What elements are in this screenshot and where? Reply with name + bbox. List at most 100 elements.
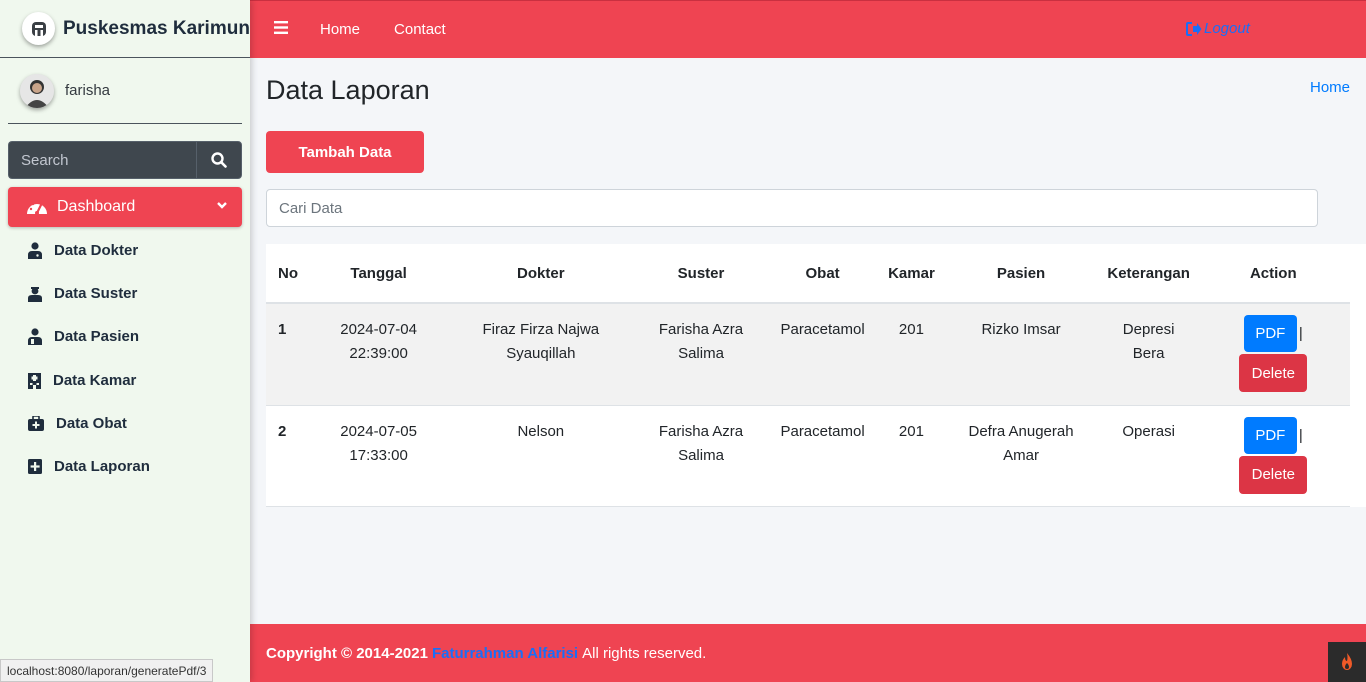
nav-link-home[interactable]: Home — [320, 21, 360, 38]
column-header-kamar: Kamar — [881, 244, 942, 304]
sidebar-search-input[interactable] — [8, 141, 196, 179]
user-nurse-icon — [28, 287, 42, 303]
cell-suster: Farisha Azra Salima — [638, 303, 764, 406]
cell-suster: Farisha Azra Salima — [638, 405, 764, 507]
sidebar-item-label: Data Pasien — [54, 328, 140, 346]
sidebar-item-label: Data Suster — [54, 285, 138, 303]
user-md-icon — [28, 242, 42, 260]
top-navbar: Home Contact Logout — [250, 0, 1366, 58]
cell-date: 2024-07-04 — [340, 321, 417, 338]
sidebar-item-data-dokter[interactable]: Data Dokter — [8, 229, 242, 272]
cell-obat: Paracetamol — [763, 405, 882, 507]
cell-text: Depresi — [1122, 321, 1175, 338]
footer-author-link[interactable]: Faturrahman Alfarisi — [432, 645, 578, 662]
user-injured-icon — [28, 328, 42, 346]
cell-text: Defra Anugerah — [968, 422, 1074, 440]
action-separator: | — [1298, 325, 1303, 342]
delete-button[interactable]: Delete — [1239, 455, 1308, 494]
sidebar-item-label: Dashboard — [57, 198, 136, 215]
main-content: Data Laporan Home Tambah Data No Tanggal… — [250, 58, 1366, 624]
cell-dokter: Nelson — [443, 405, 639, 507]
cell-action: PDF | Delete — [1196, 303, 1350, 406]
sidebar-item-data-obat[interactable]: Data Obat — [8, 402, 242, 445]
sidebar-search — [8, 141, 242, 179]
column-header-pasien: Pasien — [941, 244, 1101, 304]
cell-no: 1 — [266, 303, 314, 406]
menu-toggle-button[interactable] — [274, 20, 288, 39]
cell-kamar: 201 — [881, 303, 942, 406]
cell-keterangan: Depresi Bera — [1100, 303, 1197, 406]
user-panel: farisha — [8, 58, 242, 124]
cell-dokter: Firaz Firza Najwa Syauqillah — [443, 303, 639, 406]
cell-kamar: 201 — [881, 405, 942, 507]
sidebar-item-data-laporan[interactable]: Data Laporan — [8, 445, 242, 488]
column-header-keterangan: Keterangan — [1100, 244, 1197, 304]
sidebar-item-data-pasien[interactable]: Data Pasien — [8, 315, 242, 358]
sidebar-nav: Data Dokter Data Suster Data Pasien Data… — [8, 229, 242, 488]
table-row: 1 2024-07-04 22:39:00 Firaz Firza Najwa Sy… — [266, 303, 1350, 406]
cell-text: Firaz Firza Najwa — [482, 321, 600, 338]
cell-text: Rizko Imsar — [981, 321, 1061, 338]
logout-label: Logout — [1204, 20, 1250, 37]
breadcrumb-home[interactable]: Home — [1310, 79, 1350, 96]
page-title: Data Laporan — [266, 75, 430, 105]
brand-logo-icon — [22, 12, 55, 45]
action-separator: | — [1298, 426, 1303, 444]
user-avatar — [20, 73, 54, 108]
sidebar-item-data-suster[interactable]: Data Suster — [8, 272, 242, 315]
sidebar-item-label: Data Dokter — [54, 242, 139, 260]
cell-text: Farisha Azra — [658, 321, 744, 338]
search-button[interactable] — [196, 141, 242, 179]
table-header-row: No Tanggal Dokter Suster Obat Kamar Pasi… — [266, 244, 1350, 304]
chevron-down-icon — [217, 202, 227, 209]
report-table-container: No Tanggal Dokter Suster Obat Kamar Pasi… — [266, 244, 1366, 507]
brand-name: Puskesmas Karimun — [63, 17, 250, 39]
column-header-suster: Suster — [638, 244, 764, 304]
user-name[interactable]: farisha — [65, 82, 110, 99]
cell-text: Nelson — [517, 422, 565, 440]
cell-tanggal: 2024-07-04 22:39:00 — [313, 303, 444, 406]
sidebar-item-data-kamar[interactable]: Data Kamar — [8, 359, 242, 402]
footer-rights: All rights reserved. — [582, 644, 707, 662]
hamburger-icon — [274, 20, 288, 34]
logout-link[interactable]: Logout — [1186, 20, 1250, 37]
tachometer-icon — [27, 200, 47, 215]
pdf-button[interactable]: PDF — [1243, 315, 1297, 352]
footer: Copyright © 2014-2021 Faturrahman Alfari… — [250, 624, 1366, 682]
column-header-tanggal: Tanggal — [313, 244, 444, 304]
cell-tanggal: 2024-07-05 17:33:00 — [313, 405, 444, 507]
nav-link-contact[interactable]: Contact — [394, 21, 446, 38]
column-header-obat: Obat — [763, 244, 882, 304]
sidebar-item-label: Data Obat — [56, 414, 127, 432]
pdf-button[interactable]: PDF — [1243, 416, 1297, 454]
table-row: 2 2024-07-05 17:33:00 Nelson Farisha Azra… — [266, 405, 1350, 507]
cell-date: 2024-07-05 — [340, 422, 417, 440]
search-icon — [211, 152, 227, 168]
cell-text: Salima — [678, 345, 724, 362]
delete-button[interactable]: Delete — [1239, 354, 1308, 392]
hospital-icon — [28, 372, 41, 389]
column-header-no: No — [266, 244, 314, 304]
brand-link[interactable]: Puskesmas Karimun — [0, 0, 250, 58]
cell-no: 2 — [266, 405, 314, 507]
cell-text: Farisha Azra — [658, 422, 744, 440]
column-header-dokter: Dokter — [443, 244, 639, 304]
sidebar: Puskesmas Karimun farisha Dashboard Data… — [0, 0, 250, 682]
file-medical-icon — [28, 459, 42, 475]
sign-out-icon — [1186, 21, 1202, 36]
cell-obat: Paracetamol — [763, 303, 882, 406]
sidebar-item-label: Data Kamar — [53, 371, 137, 389]
cell-pasien: Defra Anugerah Amar — [941, 405, 1101, 507]
report-table: No Tanggal Dokter Suster Obat Kamar Pasi… — [266, 244, 1350, 507]
cell-action: PDF | Delete — [1196, 405, 1350, 507]
cell-time: 22:39:00 — [349, 345, 408, 362]
add-data-button[interactable]: Tambah Data — [266, 131, 424, 173]
cell-text: Amar — [1003, 446, 1039, 464]
cell-keterangan: Operasi — [1100, 405, 1197, 507]
flame-icon[interactable] — [1328, 642, 1366, 682]
data-search-input[interactable] — [266, 189, 1318, 227]
column-header-action: Action — [1196, 244, 1350, 304]
sidebar-item-dashboard[interactable]: Dashboard — [8, 187, 242, 227]
cell-pasien: Rizko Imsar — [941, 303, 1101, 406]
cell-text: Salima — [678, 446, 724, 464]
